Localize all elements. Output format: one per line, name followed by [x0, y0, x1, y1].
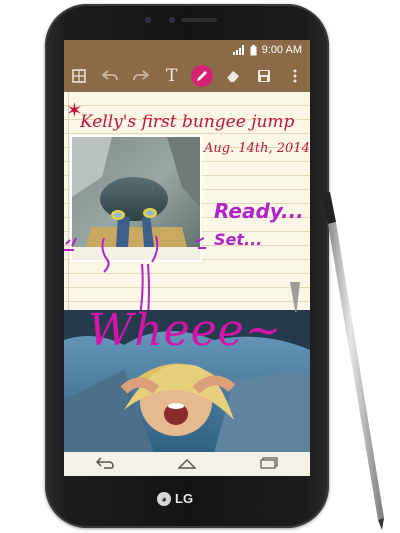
handwritten-wheee: Wheee~ — [88, 305, 283, 356]
handwritten-ready: Ready... — [214, 199, 304, 223]
clock: 9:00 AM — [261, 44, 302, 56]
note-title: Kelly's first bungee jump — [80, 112, 295, 132]
front-camera — [145, 17, 151, 23]
lg-logo-mark: ◕ — [157, 491, 171, 506]
text-icon[interactable]: T — [161, 65, 183, 87]
stylus-tip — [290, 282, 300, 320]
text-tool-label: T — [165, 66, 178, 86]
recent-apps-icon[interactable] — [260, 456, 278, 472]
battery-icon — [250, 44, 257, 55]
signal-icon — [232, 45, 244, 55]
more-icon[interactable] — [284, 65, 306, 87]
home-icon[interactable] — [177, 456, 197, 472]
pen-icon[interactable] — [191, 65, 214, 87]
undo-icon[interactable] — [99, 65, 121, 87]
redo-icon[interactable] — [130, 65, 152, 87]
status-bar: 9:00 AM — [64, 40, 310, 60]
back-icon[interactable] — [95, 456, 114, 472]
eraser-icon[interactable] — [222, 65, 244, 87]
lg-logo-text: LG — [175, 491, 194, 506]
earpiece — [181, 18, 217, 22]
navigation-bar — [64, 452, 310, 476]
stylus-pen — [322, 192, 384, 530]
note-date: Aug. 14th, 2014 — [204, 141, 310, 156]
grid-icon[interactable] — [68, 65, 90, 87]
sensor — [169, 17, 175, 23]
note-toolbar: T — [64, 60, 310, 92]
lg-logo: ◕ LG — [157, 491, 193, 506]
save-icon[interactable] — [253, 65, 275, 87]
screen: 9:00 AM T ✶ Kelly's first bungee jump Au… — [64, 40, 310, 476]
